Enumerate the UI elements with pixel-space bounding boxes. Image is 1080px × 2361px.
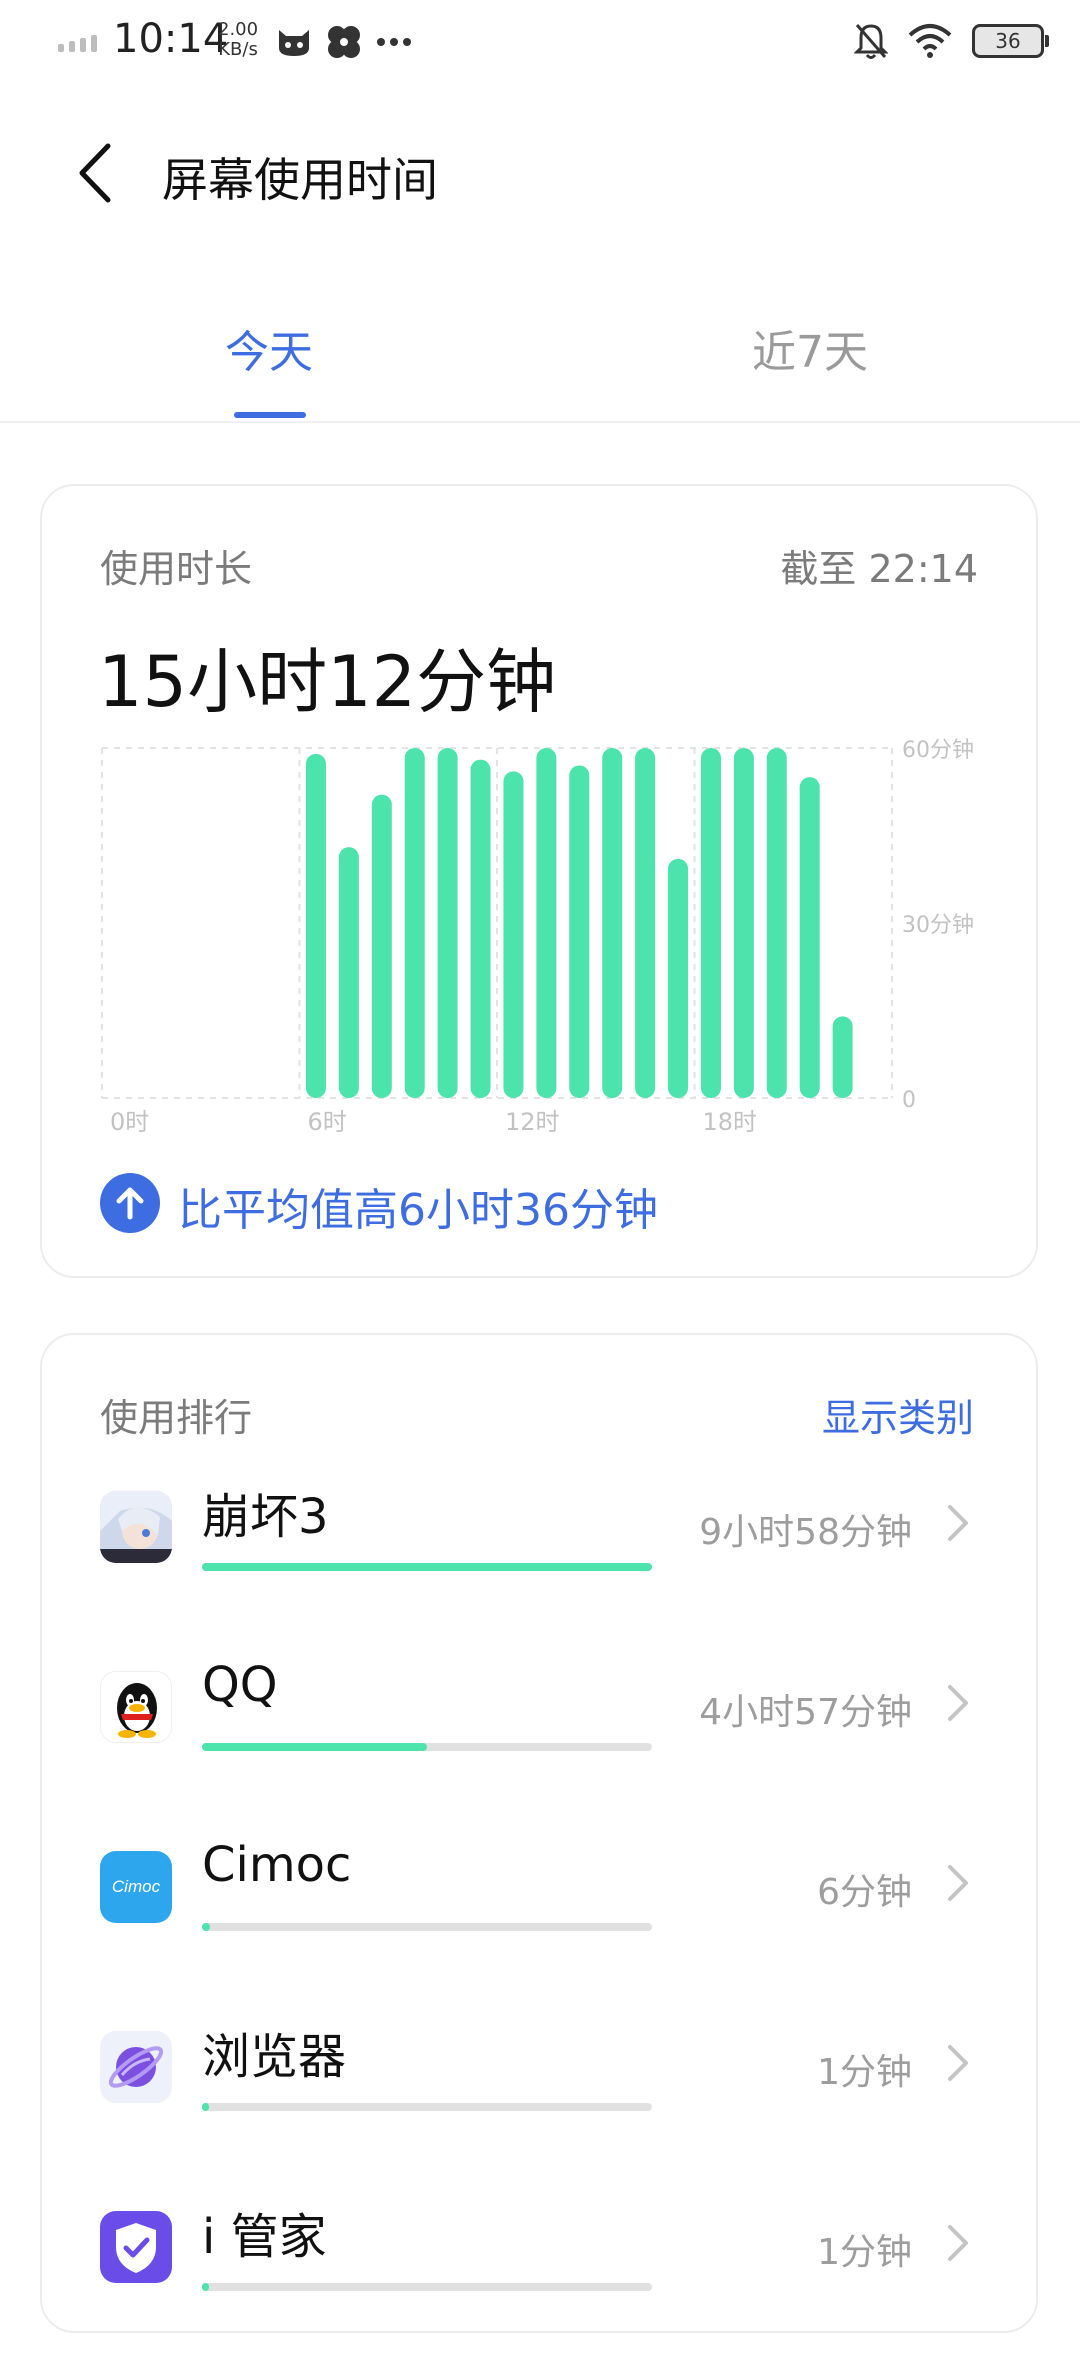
app-usage-time: 4小时57分钟 (699, 1692, 912, 1733)
qq-penguin-icon (100, 1671, 172, 1743)
browser-planet-icon (100, 2031, 172, 2103)
app-row-i-manager[interactable]: i 管家 1分钟 (42, 2209, 1038, 2361)
app-row-browser[interactable]: 浏览器 1分钟 (42, 2029, 1038, 2181)
battery-level: 36 (995, 29, 1021, 53)
network-speed: 2.00 KB/s (218, 20, 258, 60)
cimoc-icon: Cimoc (100, 1851, 172, 1923)
chevron-right-icon (948, 1685, 968, 1721)
app-name: QQ (202, 1657, 278, 1713)
chart-bar (832, 1016, 853, 1098)
status-time: 10:14 (113, 16, 229, 62)
app-name: 崩坏3 (202, 1489, 329, 1545)
app-usage-time: 9小时58分钟 (699, 1512, 912, 1553)
battery-icon: 36 (972, 24, 1049, 58)
back-arrow-icon[interactable] (68, 138, 128, 208)
chart-bar (635, 748, 656, 1098)
chevron-right-icon (948, 1505, 968, 1541)
bell-off-icon (854, 24, 888, 59)
honkai-icon (100, 1491, 172, 1563)
app-usage-time: 1分钟 (817, 2052, 912, 2093)
tab-active-indicator (234, 412, 306, 418)
chart-bar (799, 777, 820, 1098)
hourly-usage-chart: 0 30分钟 60分钟 0时 6时 12时 18时 (101, 738, 974, 1136)
usage-bar (202, 2283, 652, 2291)
chart-bar (437, 748, 458, 1098)
app-usage-time: 1分钟 (817, 2232, 912, 2273)
chart-bar (338, 847, 359, 1098)
app-name: 浏览器 (202, 2029, 347, 2085)
app-name: Cimoc (202, 1837, 352, 1893)
shield-check-icon (100, 2211, 172, 2283)
chart-bar (503, 771, 524, 1098)
usage-bar-fill (202, 2283, 209, 2291)
ranking-title: 使用排行 (100, 1396, 253, 1440)
cat-face-icon (279, 30, 309, 56)
usage-bar-fill (202, 1743, 427, 1751)
status-bar: 10:14 2.00 KB/s 36 (0, 0, 1080, 90)
chart-bar (766, 748, 787, 1098)
app-row-cimoc[interactable]: Cimoc Cimoc 6分钟 (42, 1837, 1038, 2001)
more-dots-icon (377, 38, 411, 46)
chevron-right-icon (948, 2045, 968, 2081)
app-row-qq[interactable]: QQ 4小时57分钟 (42, 1657, 1038, 1821)
tabs-divider (0, 421, 1080, 423)
speed-value: 2.00 (218, 19, 259, 40)
pinwheel-icon (328, 26, 360, 58)
y-tick-label: 0 (902, 1088, 916, 1113)
chart-bar (668, 858, 689, 1098)
signal-icon (58, 35, 97, 52)
chart-bar (305, 753, 326, 1098)
cimoc-icon-text: Cimoc (111, 1877, 161, 1896)
x-tick-label: 18时 (703, 1108, 758, 1136)
tab-last-7-days[interactable]: 近7天 (752, 316, 868, 380)
usage-bar (202, 2103, 652, 2111)
chart-bar (602, 748, 623, 1098)
x-tick-label: 12时 (505, 1108, 560, 1136)
chart-bar (569, 765, 590, 1098)
show-categories-button[interactable]: 显示类别 (822, 1387, 974, 1442)
usage-bar (202, 1923, 652, 1931)
wifi-icon (908, 24, 952, 58)
chevron-right-icon (948, 1865, 968, 1901)
y-tick-label: 30分钟 (902, 913, 974, 938)
chart-bar (404, 748, 425, 1098)
arrow-up-circle-icon (100, 1173, 160, 1233)
usage-bar (202, 1743, 652, 1751)
chart-bar (470, 759, 491, 1098)
page-title: 屏幕使用时间 (162, 153, 438, 207)
chevron-right-icon (948, 2225, 968, 2261)
chart-bar (371, 794, 392, 1098)
app-usage-time: 6分钟 (817, 1872, 912, 1913)
usage-bar-fill (202, 2103, 209, 2111)
y-tick-label: 60分钟 (902, 738, 974, 763)
app-row-honkai[interactable]: 崩坏3 9小时58分钟 (42, 1489, 1038, 1641)
chart-bar (700, 748, 721, 1098)
tab-today[interactable]: 今天 (225, 316, 313, 380)
notification-icons (276, 24, 412, 60)
x-tick-label: 0时 (110, 1108, 149, 1136)
app-name: i 管家 (202, 2209, 327, 2265)
usage-bar-fill (202, 1563, 652, 1571)
usage-bar-fill (202, 1923, 211, 1931)
x-tick-label: 6时 (308, 1108, 347, 1136)
average-comparison: 比平均值高6小时36分钟 (178, 1185, 658, 1236)
status-right: 36 (854, 22, 1049, 60)
chart-bar (536, 748, 557, 1098)
ranking-card: 使用排行 显示类别 崩坏3 9小时58分钟 QQ 4小时57分钟 Cimoc C… (40, 1333, 1038, 2333)
usage-card: 使用时长 截至 22:14 15小时12分钟 0 30分钟 60分钟 0时 6时 12时 1… (40, 484, 1038, 1278)
usage-bar (202, 1563, 652, 1571)
speed-unit: KB/s (218, 39, 258, 60)
chart-bar (733, 748, 754, 1098)
